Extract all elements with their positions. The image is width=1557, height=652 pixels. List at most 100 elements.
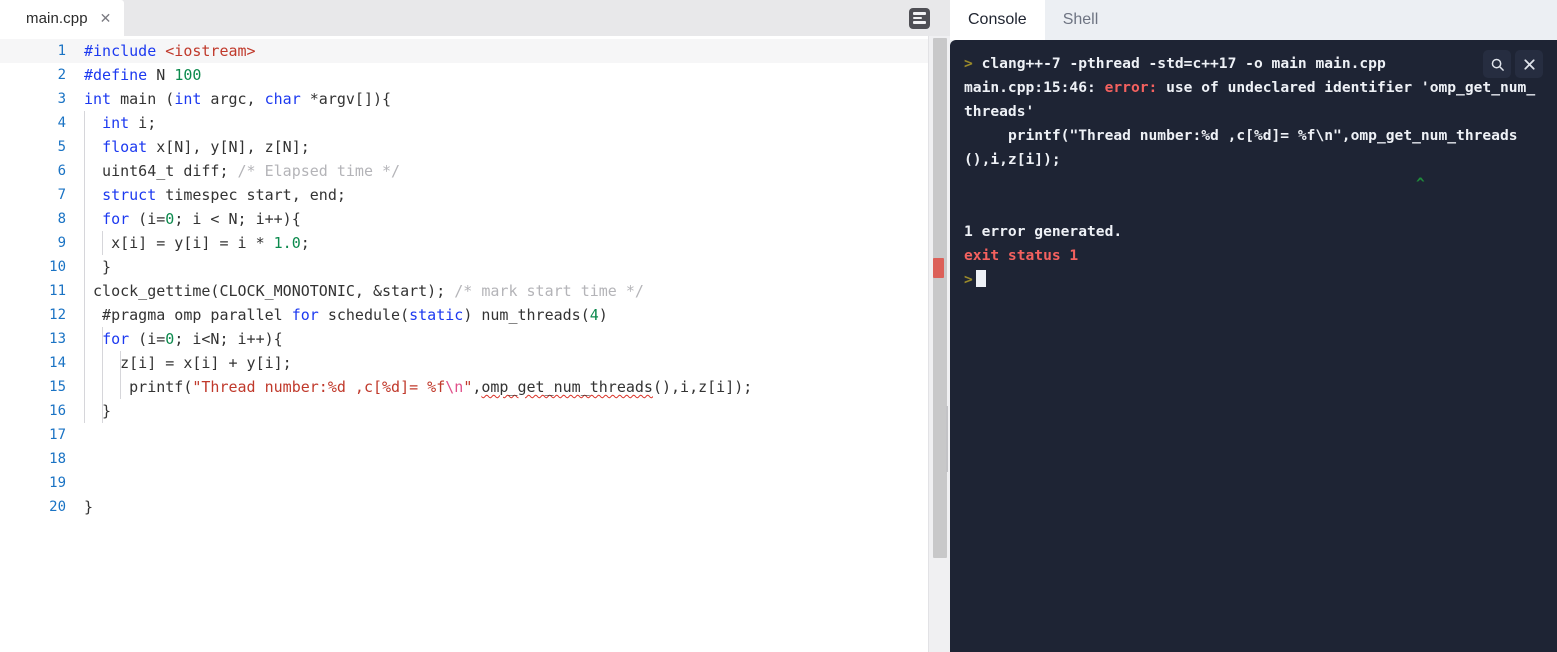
console-line-error-head: main.cpp:15:46: error: use of undeclared… bbox=[964, 76, 1543, 124]
console-line-snippet: printf("Thread number:%d ,c[%d]= %f\n",o… bbox=[964, 127, 1518, 168]
editor-vertical-scrollbar[interactable] bbox=[928, 36, 950, 652]
console-pane: Console Shell > clang++-7 -pthread -std=c… bbox=[950, 0, 1557, 652]
code-line[interactable]: 1 #include <iostream> bbox=[0, 39, 950, 63]
format-document-icon[interactable] bbox=[907, 6, 931, 30]
indent-guide bbox=[120, 375, 121, 399]
indent-guide bbox=[84, 303, 85, 327]
line-number: 1 bbox=[57, 43, 66, 59]
code-token: #pragma omp parallel bbox=[84, 306, 292, 324]
indent-guide bbox=[84, 279, 85, 303]
line-number: 16 bbox=[49, 403, 66, 419]
line-number: 17 bbox=[49, 427, 66, 443]
code-token: ; i<N; i++){ bbox=[174, 330, 283, 348]
format-document-glyph bbox=[908, 7, 930, 29]
code-line[interactable]: 20} bbox=[0, 495, 950, 519]
indent-guide bbox=[102, 375, 103, 399]
code-token: for bbox=[291, 306, 319, 324]
code-line[interactable]: 6 uint64_t diff; /* Elapsed time */ bbox=[0, 159, 950, 183]
code-line-text: #include <iostream> bbox=[78, 39, 950, 63]
code-token: *argv[]){ bbox=[300, 90, 392, 108]
close-icon[interactable] bbox=[1515, 50, 1543, 78]
code-line-text: printf("Thread number:%d ,c[%d]= %f\n",o… bbox=[78, 375, 950, 399]
code-line[interactable]: 7 struct timespec start, end; bbox=[0, 183, 950, 207]
file-tab-label: main.cpp bbox=[26, 9, 88, 27]
code-line-text bbox=[78, 423, 950, 447]
line-number: 6 bbox=[57, 163, 66, 179]
code-token: for bbox=[102, 330, 130, 348]
code-line[interactable]: 17 bbox=[0, 423, 950, 447]
close-icon[interactable]: ✕ bbox=[100, 11, 112, 25]
code-line[interactable]: 8 for (i=0; i < N; i++){ bbox=[0, 207, 950, 231]
code-token: int bbox=[174, 90, 202, 108]
indent-guide bbox=[84, 255, 85, 279]
code-line[interactable]: 16 } bbox=[0, 399, 950, 423]
code-line-text: x[i] = y[i] = i * 1.0; bbox=[78, 231, 950, 255]
console-prompt-symbol: > bbox=[964, 55, 973, 72]
code-line[interactable]: 3 int main (int argc, char *argv[]){ bbox=[0, 87, 950, 111]
code-editor[interactable]: 1 #include <iostream> 2 #define N 100 3 int m… bbox=[0, 36, 950, 652]
indent-guide bbox=[84, 159, 85, 183]
console-action-buttons bbox=[1483, 50, 1543, 78]
console-cursor[interactable] bbox=[975, 270, 986, 287]
code-line[interactable]: 5 float x[N], y[N], z[N]; bbox=[0, 135, 950, 159]
code-line[interactable]: 15 printf("Thread number:%d ,c[%d]= %f\n… bbox=[0, 375, 950, 399]
code-line[interactable]: 19 bbox=[0, 471, 950, 495]
editor-pane: main.cpp ✕ 1 #include <iostream> 2 #define … bbox=[0, 0, 950, 652]
exit-status-text: exit status 1 bbox=[964, 247, 1079, 264]
indent-guide bbox=[84, 327, 85, 351]
indent-guide bbox=[84, 351, 85, 375]
code-line-text: int main (int argc, char *argv[]){ bbox=[78, 87, 950, 111]
code-line[interactable]: 9 x[i] = y[i] = i * 1.0; bbox=[0, 231, 950, 255]
code-line[interactable]: 12 #pragma omp parallel for schedule(sta… bbox=[0, 303, 950, 327]
line-number: 3 bbox=[57, 91, 66, 107]
code-line[interactable]: 11 clock_gettime(CLOCK_MONOTONIC, &start… bbox=[0, 279, 950, 303]
indent-guide bbox=[102, 399, 103, 423]
indent-guide bbox=[84, 183, 85, 207]
file-tab-main-cpp[interactable]: main.cpp ✕ bbox=[0, 0, 125, 36]
code-line-text: #define N 100 bbox=[78, 63, 950, 87]
code-token: " bbox=[463, 378, 473, 396]
code-token: schedule( bbox=[318, 306, 410, 324]
code-line[interactable]: 2 #define N 100 bbox=[0, 63, 950, 87]
code-token: "Thread number:%d ,c[%d]= %f bbox=[192, 378, 446, 396]
code-line-text: struct timespec start, end; bbox=[78, 183, 950, 207]
search-icon[interactable] bbox=[1483, 50, 1511, 78]
code-token: static bbox=[409, 306, 464, 324]
code-line-text bbox=[78, 447, 950, 471]
error-keyword: error: bbox=[1104, 79, 1167, 96]
code-token: timespec start, end; bbox=[156, 186, 346, 204]
code-line[interactable]: 4 int i; bbox=[0, 111, 950, 135]
code-line[interactable]: 14 z[i] = x[i] + y[i]; bbox=[0, 351, 950, 375]
code-line[interactable]: 18 bbox=[0, 447, 950, 471]
error-marker[interactable] bbox=[933, 258, 944, 278]
code-token: } bbox=[84, 402, 112, 420]
editor-tabbar: main.cpp ✕ bbox=[0, 0, 950, 36]
code-line[interactable]: 13 for (i=0; i<N; i++){ bbox=[0, 327, 950, 351]
console-line-plain: 1 error generated. bbox=[964, 223, 1123, 240]
code-token: z[i] = x[i] + y[i]; bbox=[84, 354, 292, 372]
console-line-caret: ^ bbox=[964, 172, 1543, 196]
code-token: #define bbox=[84, 66, 157, 84]
line-number: 14 bbox=[49, 355, 66, 371]
line-number: 2 bbox=[57, 67, 66, 83]
code-line-text: #pragma omp parallel for schedule(static… bbox=[78, 303, 950, 327]
code-line[interactable]: 10 } bbox=[0, 255, 950, 279]
indent-guide bbox=[84, 375, 85, 399]
line-number: 8 bbox=[57, 211, 66, 227]
code-token: struct bbox=[102, 186, 157, 204]
console-tab-console[interactable]: Console bbox=[950, 0, 1045, 40]
code-token: /* Elapsed time */ bbox=[237, 162, 401, 180]
code-line-text: for (i=0; i < N; i++){ bbox=[78, 207, 950, 231]
code-token: 1.0 bbox=[273, 234, 301, 252]
error-caret: ^ bbox=[1416, 175, 1425, 192]
console-output-area[interactable]: > clang++-7 -pthread -std=c++17 -o main … bbox=[950, 40, 1557, 652]
indent-guide bbox=[84, 111, 85, 135]
scrollbar-thumb[interactable] bbox=[933, 38, 947, 558]
console-tab-shell[interactable]: Shell bbox=[1045, 0, 1117, 40]
